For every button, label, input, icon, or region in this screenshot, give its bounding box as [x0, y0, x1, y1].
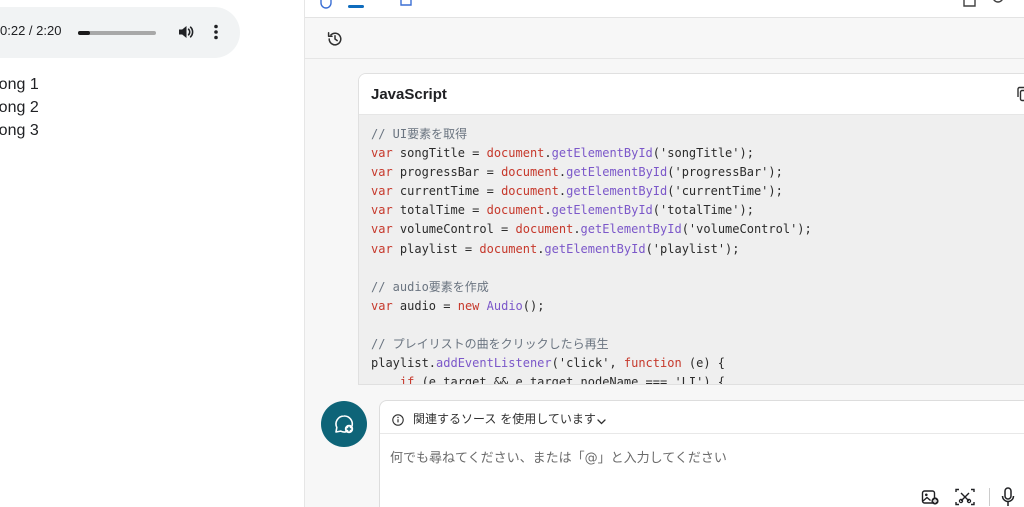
- settings-icon[interactable]: [991, 0, 1005, 6]
- code-line: var volumeControl = document.getElementB…: [371, 222, 812, 237]
- code-line: if (e.target && e.target.nodeName === 'L…: [399, 375, 726, 385]
- more-vertical-icon[interactable]: [206, 22, 226, 42]
- playlist-item[interactable]: Song 3: [0, 120, 39, 143]
- audio-progress-fill: [78, 31, 91, 35]
- open-in-new-icon[interactable]: [963, 0, 977, 7]
- sources-toggle[interactable]: 関連するソース を使用しています: [380, 401, 1024, 434]
- top-tab-bar: [305, 0, 1024, 18]
- left-pane: 0:22 / 2:20 Song 1 Song 2 Song 3: [0, 0, 305, 507]
- copy-icon[interactable]: [1016, 86, 1024, 102]
- copilot-pane: JavaScript // UI要素を取得 var songTitle = doc…: [305, 0, 1024, 507]
- code-line: var playlist = document.getElementById('…: [371, 241, 740, 256]
- history-icon[interactable]: [326, 30, 344, 48]
- playlist-item[interactable]: Song 2: [0, 97, 39, 120]
- chat-composer: 関連するソース を使用しています: [379, 400, 1024, 507]
- audio-player[interactable]: 0:22 / 2:20: [0, 7, 240, 58]
- code-block-header: JavaScript: [359, 74, 1024, 115]
- image-add-icon[interactable]: [921, 488, 939, 506]
- code-block: JavaScript // UI要素を取得 var songTitle = doc…: [358, 73, 1024, 385]
- copilot-avatar[interactable]: [321, 401, 367, 447]
- screen-capture-icon[interactable]: [955, 488, 975, 506]
- code-text: // UI要素を取得 var songTitle = document.getEl…: [371, 125, 812, 385]
- microphone-icon[interactable]: [1001, 487, 1015, 507]
- code-line: // プレイリストの曲をクリックしたら再生: [371, 337, 609, 352]
- code-body: // UI要素を取得 var songTitle = document.getEl…: [359, 115, 1024, 385]
- code-line: // UI要素を取得: [371, 127, 468, 141]
- audio-time: 0:22 / 2:20: [0, 23, 62, 38]
- chat-tab-icon[interactable]: [319, 0, 333, 9]
- code-line: var currentTime = document.getElementByI…: [371, 184, 783, 199]
- playlist-item[interactable]: Song 1: [0, 74, 39, 97]
- history-bar: [305, 19, 1024, 59]
- code-line: // audio要素を作成: [371, 279, 489, 294]
- code-line: var audio = new Audio();: [371, 298, 545, 313]
- audio-progress-slider[interactable]: [78, 31, 156, 35]
- code-language-label: JavaScript: [371, 86, 447, 103]
- toolbar-divider: [989, 488, 990, 506]
- chevron-down-icon: [596, 412, 607, 425]
- playlist: Song 1 Song 2 Song 3: [0, 74, 39, 143]
- compose-tab-icon[interactable]: [399, 0, 413, 6]
- info-icon: [392, 411, 404, 426]
- code-line: var progressBar = document.getElementByI…: [371, 165, 783, 180]
- code-line: var totalTime = document.getElementById(…: [371, 203, 754, 218]
- code-line: var songTitle = document.getElementById(…: [371, 146, 754, 161]
- active-tab-indicator: [348, 5, 364, 8]
- chat-input[interactable]: [390, 446, 1010, 470]
- sources-label: 関連するソース を使用しています: [413, 412, 596, 426]
- copilot-add-icon: [333, 413, 355, 435]
- code-line: playlist.addEventListener('click', funct…: [371, 356, 726, 371]
- volume-icon[interactable]: [176, 22, 196, 42]
